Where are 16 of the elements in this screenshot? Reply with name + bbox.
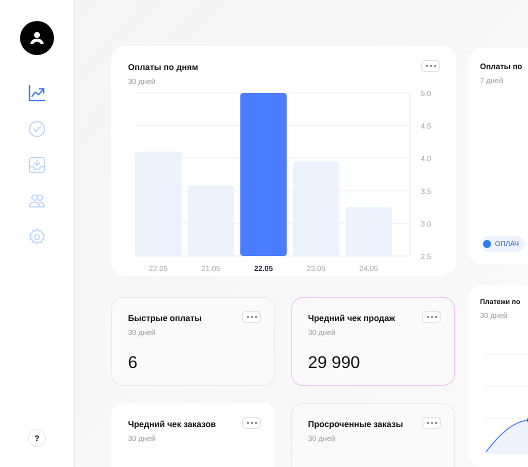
line-chart-drawing (486, 417, 528, 454)
card-title: Быстрые оплаты (128, 313, 202, 323)
more-button[interactable] (422, 311, 441, 323)
logo-icon (20, 21, 54, 55)
card-title: Просроченные заказы (308, 419, 403, 429)
card-title: Чредний чек продаж (308, 313, 396, 323)
card-title: Оплаты по дням (128, 62, 198, 72)
card-title: Чредний чек заказов (128, 419, 216, 429)
more-button[interactable] (422, 417, 441, 429)
help-button[interactable]: ? (28, 429, 46, 447)
stat-value: 29 990 (308, 353, 361, 373)
bar[interactable] (240, 93, 287, 256)
more-button[interactable] (242, 311, 261, 323)
stat-value: 6 (128, 353, 138, 373)
more-button[interactable] (242, 417, 261, 429)
more-button[interactable] (421, 60, 440, 72)
